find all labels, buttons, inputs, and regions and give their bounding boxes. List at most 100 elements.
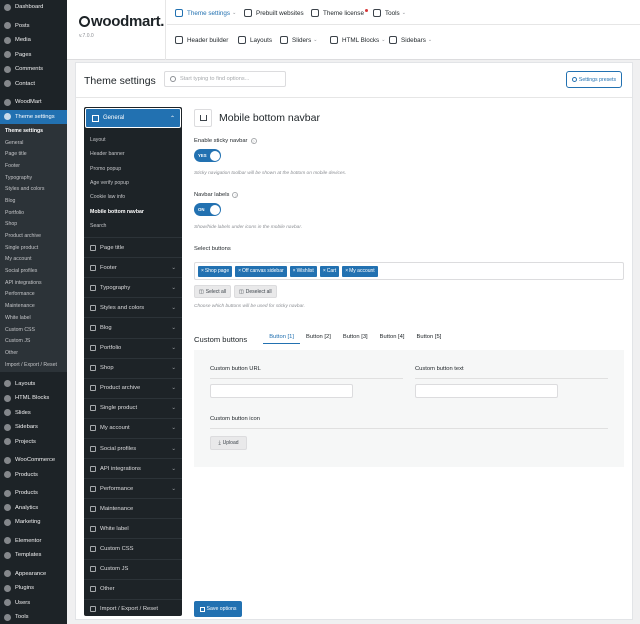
labels-toggle[interactable]: ON bbox=[194, 203, 221, 216]
options-nav-typography[interactable]: Typography ⌄ bbox=[84, 277, 182, 297]
wp-submenu-white-label[interactable]: White label bbox=[0, 312, 67, 324]
tab-button-2[interactable]: Button [2] bbox=[300, 334, 337, 344]
save-options-button[interactable]: Save options bbox=[194, 601, 242, 617]
options-nav-maintenance[interactable]: Maintenance bbox=[84, 498, 182, 518]
options-sub-layout[interactable]: Layout bbox=[84, 133, 182, 147]
wp-menu-layouts[interactable]: Layouts bbox=[0, 376, 67, 391]
nav-html-blocks[interactable]: HTML Blocks ⌄ bbox=[330, 36, 385, 44]
wp-menu-products[interactable]: Products bbox=[0, 486, 67, 501]
nav-header-builder[interactable]: Header builder bbox=[175, 36, 228, 44]
nav-theme-settings[interactable]: Theme settings ⌄ bbox=[175, 9, 236, 17]
wp-menu-media[interactable]: Media bbox=[0, 33, 67, 48]
search-input[interactable]: Start typing to find options... bbox=[164, 71, 286, 87]
wp-submenu-product-archive[interactable]: Product archive bbox=[0, 230, 67, 242]
options-nav-page-title[interactable]: Page title bbox=[84, 237, 182, 257]
options-nav-api-integrations[interactable]: API integrations ⌄ bbox=[84, 458, 182, 478]
options-nav-other[interactable]: Other bbox=[84, 578, 182, 599]
woodmart-logo[interactable]: woodmart. bbox=[79, 13, 164, 30]
wp-submenu-custom-css[interactable]: Custom CSS bbox=[0, 324, 67, 336]
wp-submenu-blog[interactable]: Blog bbox=[0, 195, 67, 207]
chip-cart[interactable]: × Cart bbox=[319, 265, 340, 277]
chip-my-account[interactable]: × My account bbox=[342, 265, 378, 277]
wp-menu-woodmart[interactable]: WoodMart bbox=[0, 95, 67, 110]
wp-menu-tools[interactable]: Tools bbox=[0, 610, 67, 624]
wp-menu-html-blocks[interactable]: HTML Blocks bbox=[0, 391, 67, 406]
settings-presets-button[interactable]: Settings presets bbox=[566, 71, 622, 88]
remove-icon[interactable]: × bbox=[323, 268, 326, 274]
wp-menu-contact[interactable]: Contact bbox=[0, 77, 67, 92]
remove-icon[interactable]: × bbox=[201, 268, 204, 274]
wp-submenu-api-integrations[interactable]: API integrations bbox=[0, 277, 67, 289]
tab-button-4[interactable]: Button [4] bbox=[374, 334, 411, 344]
help-icon[interactable]: ? bbox=[250, 138, 257, 144]
options-nav-general[interactable]: General ⌃ bbox=[85, 108, 181, 128]
deselect-all-button[interactable]: ◫ Deselect all bbox=[234, 285, 277, 298]
custom-url-input[interactable] bbox=[210, 384, 353, 398]
options-nav-footer[interactable]: Footer ⌄ bbox=[84, 257, 182, 277]
wp-submenu-page-title[interactable]: Page title bbox=[0, 148, 67, 160]
nav-theme-license[interactable]: Theme license bbox=[311, 8, 368, 17]
nav-sidebars[interactable]: Sidebars ⌄ bbox=[389, 36, 432, 44]
help-icon[interactable]: ? bbox=[232, 192, 239, 198]
chip-off-canvas-sidebar[interactable]: × Off canvas sidebar bbox=[235, 265, 287, 277]
options-sub-promo-popup[interactable]: Promo popup bbox=[84, 162, 182, 176]
options-nav-single-product[interactable]: Single product ⌄ bbox=[84, 397, 182, 418]
wp-submenu-my-account[interactable]: My account bbox=[0, 254, 67, 266]
wp-submenu-shop[interactable]: Shop bbox=[0, 219, 67, 231]
remove-icon[interactable]: × bbox=[293, 268, 296, 274]
options-nav-portfolio[interactable]: Portfolio ⌄ bbox=[84, 337, 182, 358]
wp-submenu-social-profiles[interactable]: Social profiles bbox=[0, 265, 67, 277]
wp-submenu-theme-settings[interactable]: Theme settings bbox=[0, 125, 67, 137]
options-nav-my-account[interactable]: My account ⌄ bbox=[84, 417, 182, 438]
select-all-button[interactable]: ◫ Select all bbox=[194, 285, 232, 298]
options-sub-search[interactable]: Search bbox=[84, 219, 182, 233]
chip-wishlist[interactable]: × Wishlist bbox=[289, 265, 317, 277]
wp-submenu-maintenance[interactable]: Maintenance bbox=[0, 300, 67, 312]
wp-submenu-performance[interactable]: Performance bbox=[0, 289, 67, 301]
options-nav-blog[interactable]: Blog ⌄ bbox=[84, 317, 182, 337]
wp-menu-woocommerce[interactable]: WooCommerce bbox=[0, 453, 67, 468]
wp-menu-sidebars[interactable]: Sidebars bbox=[0, 420, 67, 435]
nav-prebuilt-websites[interactable]: Prebuilt websites bbox=[244, 9, 304, 17]
wp-menu-pages[interactable]: Pages bbox=[0, 48, 67, 63]
wp-menu-elementor[interactable]: Elementor bbox=[0, 533, 67, 548]
wp-menu-products[interactable]: Products bbox=[0, 467, 67, 482]
options-nav-product-archive[interactable]: Product archive ⌄ bbox=[84, 377, 182, 398]
options-nav-custom-js[interactable]: Custom JS bbox=[84, 558, 182, 579]
wp-submenu-portfolio[interactable]: Portfolio bbox=[0, 207, 67, 219]
options-nav-custom-css[interactable]: Custom CSS bbox=[84, 538, 182, 558]
upload-button[interactable]: ⤓ Upload bbox=[210, 436, 247, 450]
wp-menu-templates[interactable]: Templates bbox=[0, 548, 67, 563]
wp-menu-dashboard[interactable]: Dashboard bbox=[0, 0, 67, 15]
chip-shop-page[interactable]: × Shop page bbox=[198, 265, 233, 277]
options-nav-shop[interactable]: Shop ⌄ bbox=[84, 357, 182, 378]
buttons-multiselect[interactable]: × Shop page × Off canvas sidebar × Wishlist × C… bbox=[194, 262, 624, 280]
tab-button-1[interactable]: Button [1] bbox=[263, 334, 301, 344]
wp-submenu-general[interactable]: General bbox=[0, 137, 67, 149]
wp-submenu-typography[interactable]: Typography bbox=[0, 172, 67, 184]
nav-sliders[interactable]: Sliders ⌄ bbox=[280, 36, 317, 44]
options-sub-header-banner[interactable]: Header banner bbox=[84, 147, 182, 161]
nav-layouts[interactable]: Layouts bbox=[238, 36, 272, 44]
options-nav-white-label[interactable]: White label bbox=[84, 518, 182, 538]
wp-submenu-styles-and-colors[interactable]: Styles and colors bbox=[0, 183, 67, 195]
wp-submenu-custom-js[interactable]: Custom JS bbox=[0, 335, 67, 347]
wp-menu-plugins[interactable]: Plugins bbox=[0, 581, 67, 596]
wp-menu-slides[interactable]: Slides bbox=[0, 405, 67, 420]
options-nav-social-profiles[interactable]: Social profiles ⌄ bbox=[84, 438, 182, 458]
wp-menu-posts[interactable]: Posts bbox=[0, 19, 67, 34]
tab-button-3[interactable]: Button [3] bbox=[337, 334, 374, 344]
wp-menu-marketing[interactable]: Marketing bbox=[0, 515, 67, 530]
wp-menu-users[interactable]: Users bbox=[0, 595, 67, 610]
wp-submenu-other[interactable]: Other bbox=[0, 347, 67, 359]
wp-menu-projects[interactable]: Projects bbox=[0, 434, 67, 449]
custom-text-input[interactable] bbox=[415, 384, 558, 398]
options-nav-styles-and-colors[interactable]: Styles and colors ⌄ bbox=[84, 297, 182, 317]
options-sub-cookie-law-info[interactable]: Cookie law info bbox=[84, 190, 182, 204]
tab-button-5[interactable]: Button [5] bbox=[411, 334, 448, 344]
options-nav-import-export-reset[interactable]: Import / Export / Reset bbox=[84, 598, 182, 616]
remove-icon[interactable]: × bbox=[238, 268, 241, 274]
nav-tools[interactable]: Tools ⌄ bbox=[373, 9, 406, 17]
wp-menu-analytics[interactable]: Analytics bbox=[0, 500, 67, 515]
wp-submenu-single-product[interactable]: Single product bbox=[0, 242, 67, 254]
